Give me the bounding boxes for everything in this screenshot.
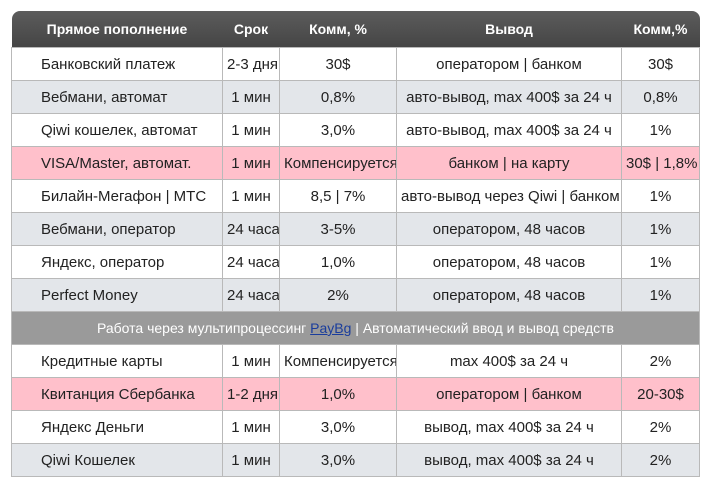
- method-name: Кредитные карты: [11, 344, 223, 378]
- table-row: Perfect Money 24 часа 2% оператором, 48 …: [11, 278, 700, 312]
- method-commission-in: 3,0%: [279, 113, 397, 147]
- method-term: 1 мин: [222, 113, 280, 147]
- paybg-link[interactable]: PayBg: [310, 320, 351, 336]
- table-row: Банковский платеж 2-3 дня 30$ оператором…: [11, 47, 700, 81]
- header-commission-in: Комм, %: [279, 11, 397, 48]
- method-commission-in: 30$: [279, 47, 397, 81]
- table-header: Прямое пополнение Срок Комм, % Вывод Ком…: [11, 11, 700, 48]
- method-commission-out: 30$ | 1,8%: [621, 146, 700, 180]
- method-commission-out: 1%: [621, 278, 700, 312]
- section-header: Работа через мультипроцессинг PayBg | Ав…: [11, 311, 700, 345]
- method-term: 24 часа: [222, 212, 280, 246]
- method-commission-out: 20-30$: [621, 377, 700, 411]
- section-header-row: Работа через мультипроцессинг PayBg | Ав…: [11, 311, 700, 345]
- method-withdraw: авто-вывод, max 400$ за 24 ч: [396, 80, 622, 114]
- method-commission-in: Компенсируется: [279, 146, 397, 180]
- method-withdraw: оператором | банком: [396, 47, 622, 81]
- method-term: 2-3 дня: [222, 47, 280, 81]
- method-commission-in: 1,0%: [279, 245, 397, 279]
- method-term: 1 мин: [222, 146, 280, 180]
- method-commission-in: 3,0%: [279, 410, 397, 444]
- header-commission-out: Комм,%: [621, 11, 700, 48]
- method-withdraw: оператором, 48 часов: [396, 212, 622, 246]
- method-commission-out: 2%: [621, 344, 700, 378]
- method-term: 24 часа: [222, 245, 280, 279]
- table-body: Банковский платеж 2-3 дня 30$ оператором…: [11, 47, 700, 477]
- method-term: 1 мин: [222, 443, 280, 477]
- header-term: Срок: [222, 11, 280, 48]
- method-withdraw: вывод, max 400$ за 24 ч: [396, 410, 622, 444]
- method-name: Квитанция Сбербанка: [11, 377, 223, 411]
- payment-methods-table: Прямое пополнение Срок Комм, % Вывод Ком…: [11, 11, 700, 477]
- method-name: Вебмани, автомат: [11, 80, 223, 114]
- method-commission-out: 0,8%: [621, 80, 700, 114]
- method-name: Банковский платеж: [11, 47, 223, 81]
- method-commission-in: 3,0%: [279, 443, 397, 477]
- table-row: Qiwi кошелек, автомат 1 мин 3,0% авто-вы…: [11, 113, 700, 147]
- method-commission-out: 1%: [621, 179, 700, 213]
- table-row: Qiwi Кошелек 1 мин 3,0% вывод, max 400$ …: [11, 443, 700, 477]
- method-commission-out: 2%: [621, 443, 700, 477]
- method-term: 24 часа: [222, 278, 280, 312]
- table-row: Яндекс Деньги 1 мин 3,0% вывод, max 400$…: [11, 410, 700, 444]
- method-withdraw: банком | на карту: [396, 146, 622, 180]
- method-name: Билайн-Мегафон | МТС: [11, 179, 223, 213]
- method-commission-in: 3-5%: [279, 212, 397, 246]
- payment-methods-table-container: Прямое пополнение Срок Комм, % Вывод Ком…: [11, 11, 700, 477]
- method-term: 1 мин: [222, 410, 280, 444]
- section-text-after: | Автоматический ввод и вывод средств: [351, 320, 614, 336]
- section-text-before: Работа через мультипроцессинг: [97, 320, 311, 336]
- method-name: VISA/Master, автомат.: [11, 146, 223, 180]
- method-name: Яндекс Деньги: [11, 410, 223, 444]
- table-row: Кредитные карты 1 мин Компенсируется max…: [11, 344, 700, 378]
- method-commission-out: 1%: [621, 113, 700, 147]
- method-term: 1 мин: [222, 179, 280, 213]
- method-name: Qiwi кошелек, автомат: [11, 113, 223, 147]
- table-row: Яндекс, оператор 24 часа 1,0% оператором…: [11, 245, 700, 279]
- method-withdraw: оператором | банком: [396, 377, 622, 411]
- method-commission-in: 1,0%: [279, 377, 397, 411]
- method-name: Вебмани, оператор: [11, 212, 223, 246]
- method-commission-out: 1%: [621, 212, 700, 246]
- method-name: Qiwi Кошелек: [11, 443, 223, 477]
- method-commission-out: 30$: [621, 47, 700, 81]
- table-row: Вебмани, оператор 24 часа 3-5% операторо…: [11, 212, 700, 246]
- method-term: 1 мин: [222, 80, 280, 114]
- method-commission-in: Компенсируется: [279, 344, 397, 378]
- method-name: Perfect Money: [11, 278, 223, 312]
- table-row-highlighted: VISA/Master, автомат. 1 мин Компенсирует…: [11, 146, 700, 180]
- method-term: 1 мин: [222, 344, 280, 378]
- method-withdraw: вывод, max 400$ за 24 ч: [396, 443, 622, 477]
- method-commission-in: 0,8%: [279, 80, 397, 114]
- method-name: Яндекс, оператор: [11, 245, 223, 279]
- method-commission-out: 2%: [621, 410, 700, 444]
- method-withdraw: авто-вывод через Qiwi | банком: [396, 179, 622, 213]
- header-withdraw: Вывод: [396, 11, 622, 48]
- method-withdraw: авто-вывод, max 400$ за 24 ч: [396, 113, 622, 147]
- method-withdraw: оператором, 48 часов: [396, 245, 622, 279]
- method-commission-in: 2%: [279, 278, 397, 312]
- method-commission-out: 1%: [621, 245, 700, 279]
- table-row-highlighted: Квитанция Сбербанка 1-2 дня 1,0% операто…: [11, 377, 700, 411]
- method-term: 1-2 дня: [222, 377, 280, 411]
- header-row: Прямое пополнение Срок Комм, % Вывод Ком…: [11, 11, 700, 48]
- method-withdraw: max 400$ за 24 ч: [396, 344, 622, 378]
- header-direct-deposit: Прямое пополнение: [11, 11, 223, 48]
- table-row: Билайн-Мегафон | МТС 1 мин 8,5 | 7% авто…: [11, 179, 700, 213]
- table-row: Вебмани, автомат 1 мин 0,8% авто-вывод, …: [11, 80, 700, 114]
- method-withdraw: оператором, 48 часов: [396, 278, 622, 312]
- method-commission-in: 8,5 | 7%: [279, 179, 397, 213]
